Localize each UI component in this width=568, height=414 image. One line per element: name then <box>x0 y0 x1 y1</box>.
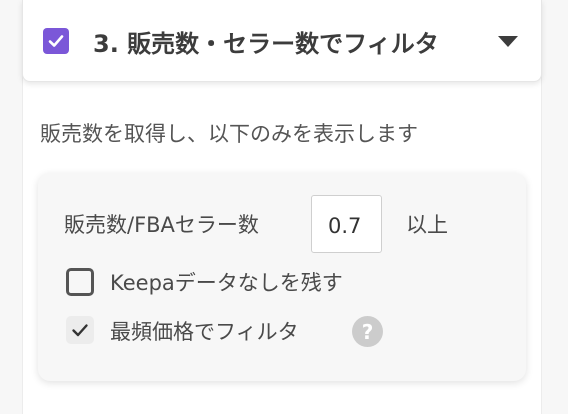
checkmark-icon <box>48 35 64 47</box>
sales-seller-ratio-input[interactable] <box>311 195 382 253</box>
keepa-no-data-label[interactable]: Keepaデータなしを残す <box>110 267 343 297</box>
mode-price-checkbox[interactable] <box>66 316 94 344</box>
section-header[interactable]: 3. 販売数・セラー数でフィルタ <box>22 0 542 82</box>
section-description: 販売数を取得し、以下のみを表示します <box>40 122 418 146</box>
section-enable-checkbox[interactable] <box>43 28 69 54</box>
ratio-suffix-label: 以上 <box>406 213 448 237</box>
question-circle-icon[interactable]: ? <box>352 316 383 347</box>
keepa-no-data-checkbox[interactable] <box>66 268 94 296</box>
checkmark-icon <box>72 324 88 337</box>
filter-options-card: 販売数/FBAセラー数 以上 Keepaデータなしを残す 最頻価格でフィルタ ? <box>38 173 526 381</box>
mode-price-label[interactable]: 最頻価格でフィルタ <box>110 316 299 346</box>
sales-seller-ratio-label: 販売数/FBAセラー数 <box>64 213 259 237</box>
caret-down-icon[interactable] <box>498 36 518 47</box>
section-title: 3. 販売数・セラー数でフィルタ <box>93 30 439 58</box>
